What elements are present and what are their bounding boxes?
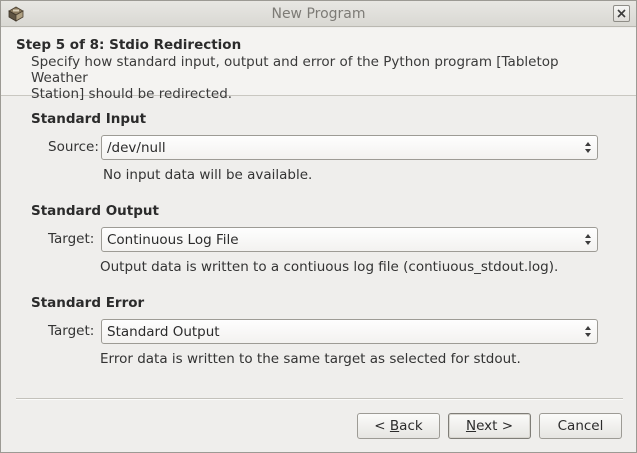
updown-arrows-icon xyxy=(585,326,591,337)
step-title: Step 5 of 8: Stdio Redirection xyxy=(16,37,242,53)
back-button-mnemonic: B xyxy=(389,418,400,434)
standard-input-source-value: /dev/null xyxy=(107,140,166,156)
standard-input-title: Standard Input xyxy=(31,111,147,127)
updown-arrows-icon xyxy=(585,142,591,153)
back-button-rest: ack xyxy=(399,418,423,434)
next-button-mnemonic: N xyxy=(465,418,477,434)
standard-error-target-combo[interactable]: Standard Output xyxy=(101,319,598,344)
footer-divider xyxy=(16,398,623,400)
standard-output-info: Output data is written to a contiuous lo… xyxy=(100,259,559,275)
back-button[interactable]: < Back xyxy=(357,413,440,439)
updown-arrows-icon xyxy=(585,234,591,245)
step-description: Specify how standard input, output and e… xyxy=(31,54,611,102)
standard-output-title: Standard Output xyxy=(31,203,159,219)
new-program-dialog: New Program Step 5 of 8: Stdio Redirecti… xyxy=(0,0,637,453)
close-button[interactable] xyxy=(613,5,630,22)
window-title: New Program xyxy=(271,6,366,22)
title-bar[interactable]: New Program xyxy=(1,1,636,27)
standard-error-title: Standard Error xyxy=(31,295,145,311)
close-icon xyxy=(617,9,626,18)
next-button-rest: ext > xyxy=(476,418,514,434)
standard-input-source-label: Source: xyxy=(48,139,99,155)
standard-input-source-combo[interactable]: /dev/null xyxy=(101,135,598,160)
next-button[interactable]: Next > xyxy=(448,413,531,439)
standard-error-target-label: Target: xyxy=(48,323,95,339)
standard-error-info: Error data is written to the same target… xyxy=(100,351,521,367)
standard-input-info: No input data will be available. xyxy=(103,167,313,183)
wizard-header: Step 5 of 8: Stdio Redirection Specify h… xyxy=(1,28,636,102)
step-description-line-2: Station] should be redirected. xyxy=(31,86,233,102)
step-description-line-1: Specify how standard input, output and e… xyxy=(31,54,559,86)
standard-output-target-label: Target: xyxy=(48,231,95,247)
back-button-prefix: < xyxy=(374,418,390,434)
cancel-button[interactable]: Cancel xyxy=(539,413,622,439)
standard-error-target-value: Standard Output xyxy=(107,324,220,340)
standard-output-target-value: Continuous Log File xyxy=(107,232,239,248)
standard-output-target-combo[interactable]: Continuous Log File xyxy=(101,227,598,252)
